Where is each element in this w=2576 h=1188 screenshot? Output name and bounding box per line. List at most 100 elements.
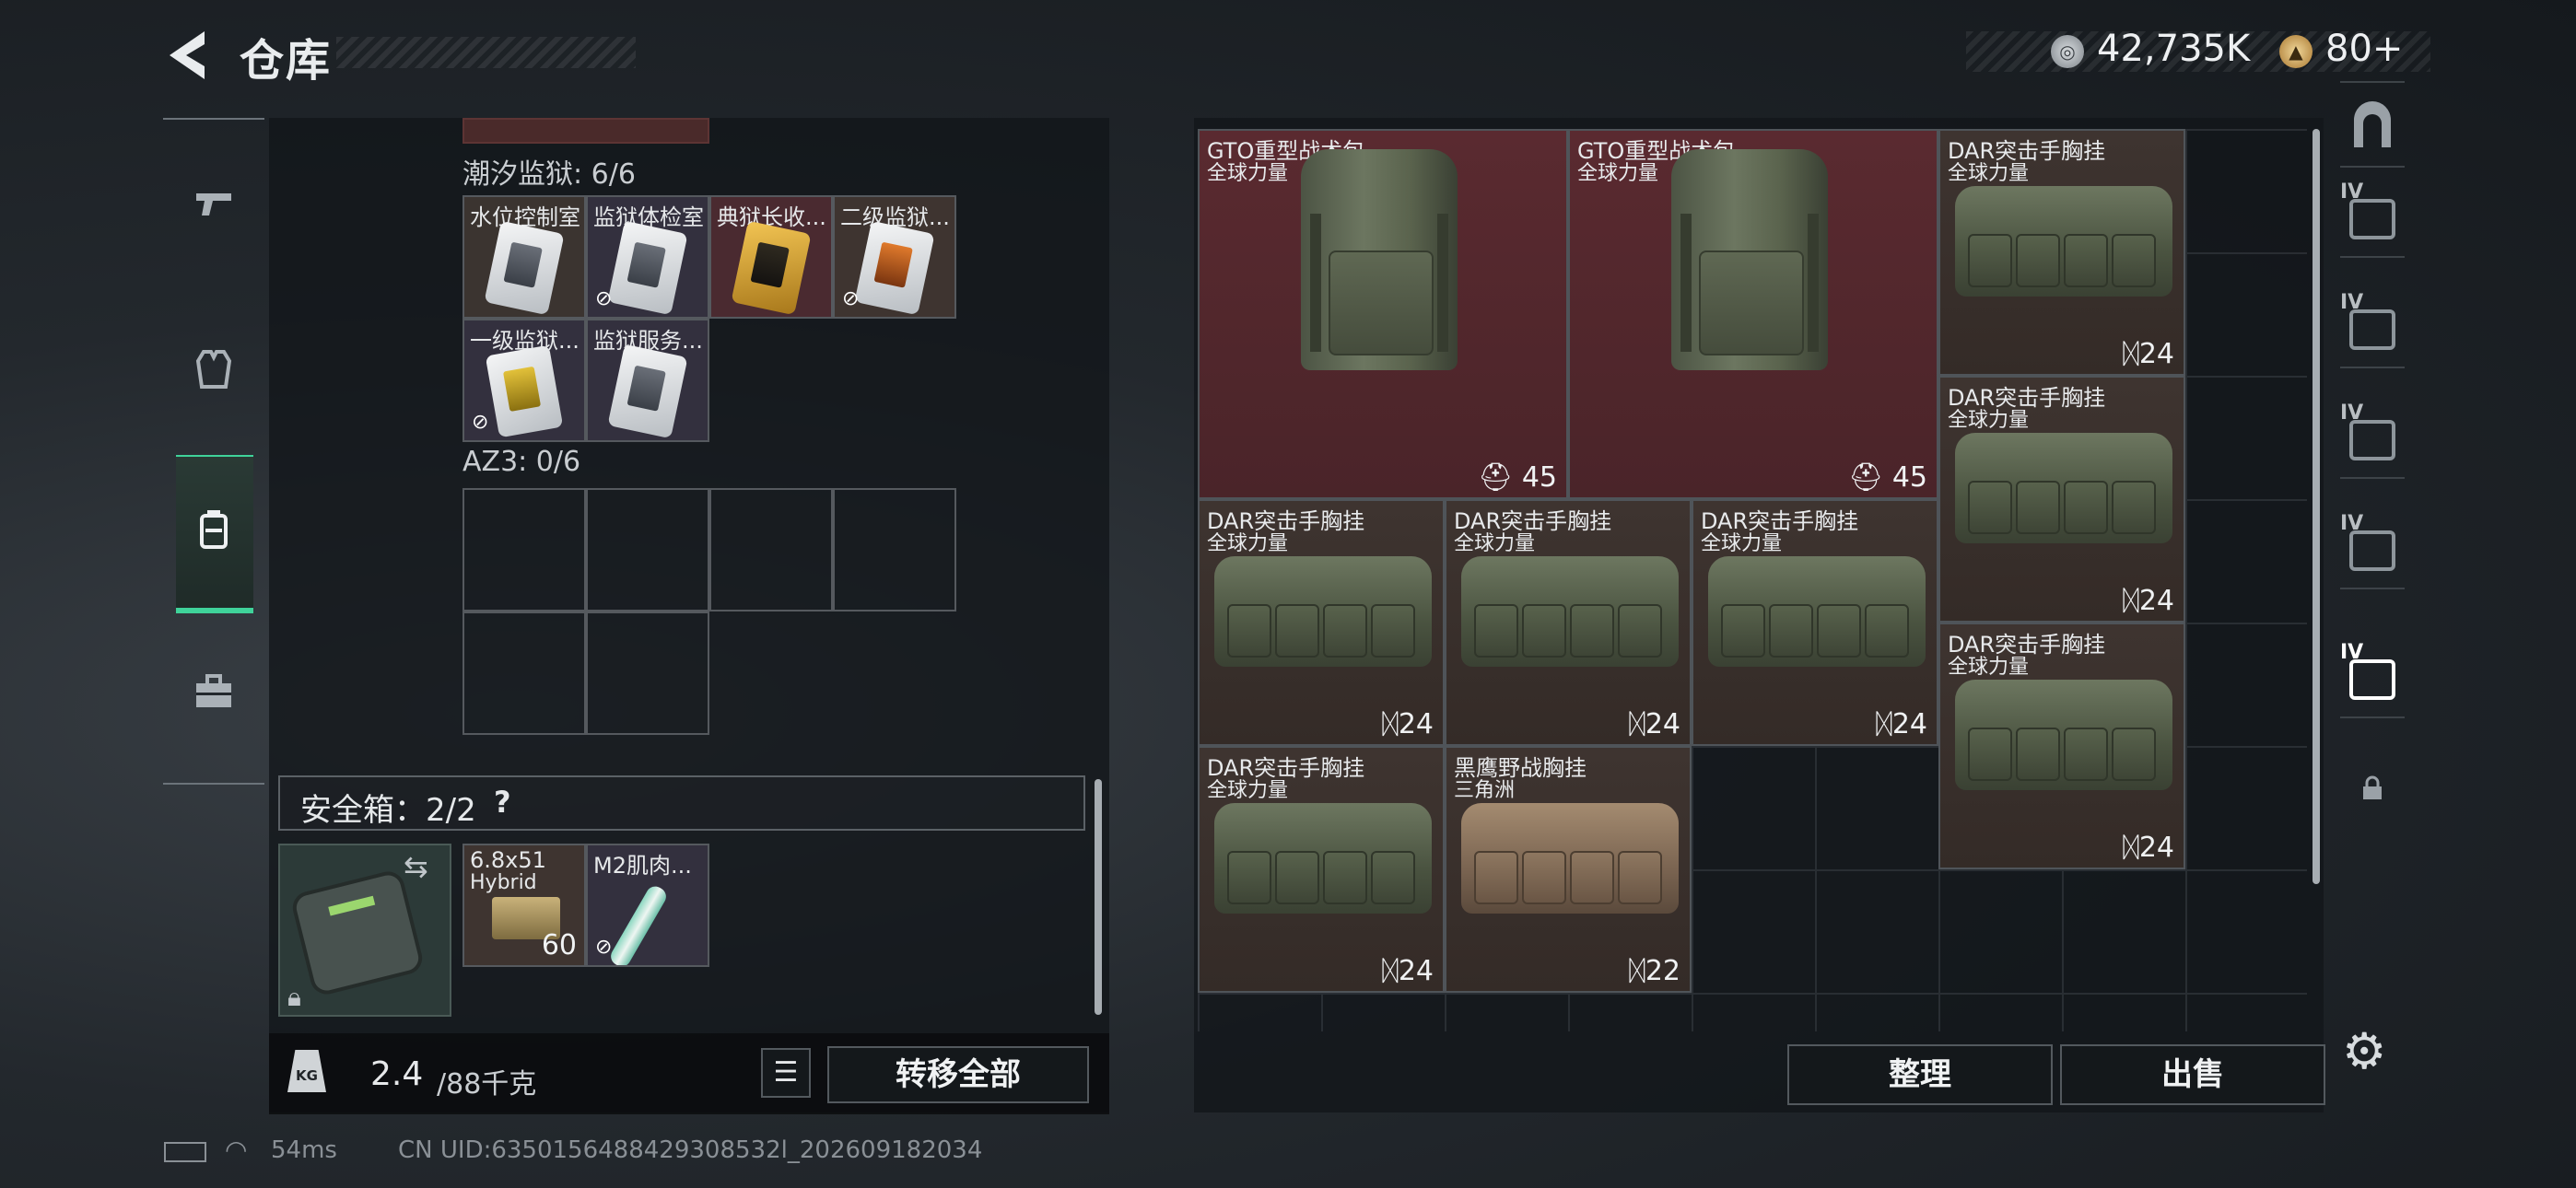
item-slot[interactable]: 水位控制室: [463, 195, 586, 319]
capacity-icon: ⛑︎: [1848, 461, 1884, 494]
ping-value: 54ms: [271, 1136, 337, 1164]
stash-add-icon[interactable]: IV: [2340, 173, 2405, 258]
key-card-icon: [607, 344, 688, 439]
safebox-case[interactable]: ⇆ 🔒︎: [278, 844, 451, 1017]
list-view-button[interactable]: ☰: [761, 1048, 811, 1098]
item-slot[interactable]: 监狱体检室 ⊘: [586, 195, 709, 319]
page-title: 仓库: [240, 35, 333, 87]
no-transfer-icon: ⊘: [472, 411, 489, 434]
safebox-label: 安全箱：2/2: [300, 792, 476, 829]
stash-item[interactable]: DAR突击手胸挂 全球力量 ᛞ24: [1938, 376, 2185, 623]
item-slot[interactable]: 监狱服务...: [586, 319, 709, 442]
item-capacity: ᛞ24: [1381, 708, 1434, 740]
capacity-icon: ᛞ: [1381, 708, 1399, 740]
empty-slot[interactable]: [463, 611, 586, 735]
item-faction: 全球力量: [1948, 656, 2030, 679]
item-name: 6.8x51: [470, 847, 546, 873]
capacity-icon: ᛞ: [2122, 338, 2139, 370]
lock-icon: [2340, 744, 2405, 827]
no-transfer-icon: ⊘: [842, 287, 860, 310]
item-faction: 全球力量: [1577, 162, 1659, 185]
settings-gear-icon[interactable]: ⚙: [2342, 1022, 2386, 1080]
item-slot[interactable]: 一级监狱... ⊘: [463, 319, 586, 442]
capacity-icon: ᛞ: [1628, 708, 1645, 740]
transfer-all-button[interactable]: 转移全部: [827, 1046, 1089, 1103]
lock-icon: 🔒︎: [287, 982, 301, 1012]
weight-max: /88千克: [437, 1068, 537, 1101]
item-capacity: ᛞ24: [1381, 955, 1434, 987]
stash-item[interactable]: DAR突击手胸挂 全球力量 ᛞ24: [1198, 499, 1445, 746]
stash-item[interactable]: GTO重型战术包 全球力量 ⛑︎ 45: [1568, 129, 1938, 499]
empty-slot[interactable]: [709, 488, 833, 611]
stash-selected-icon[interactable]: IV: [2340, 634, 2405, 718]
item-capacity: ᛞ22: [1628, 955, 1680, 987]
back-arrow-icon[interactable]: [164, 28, 210, 83]
arch-icon[interactable]: [2340, 81, 2405, 168]
item-capacity: ᛞ24: [1875, 708, 1927, 740]
capacity-icon: ᛞ: [2122, 585, 2139, 617]
item-slot[interactable]: 典狱长收...: [709, 195, 833, 319]
key-card-icon: [731, 220, 812, 316]
item-faction: 全球力量: [1948, 162, 2030, 185]
toolbox-icon[interactable]: [191, 669, 237, 715]
empty-slot[interactable]: [586, 488, 709, 611]
chest-rig-image: [1461, 803, 1679, 914]
stash-item[interactable]: 黑鹰野战胸挂 三角洲 ᛞ22: [1445, 746, 1692, 993]
empty-slot[interactable]: [833, 488, 956, 611]
item-faction: 全球力量: [1701, 532, 1783, 555]
item-faction: 全球力量: [1207, 162, 1289, 185]
key-card-icon: [607, 220, 688, 316]
gold-currency-value[interactable]: 80+: [2325, 28, 2403, 70]
item-slot[interactable]: 6.8x51 Hybrid 60: [463, 844, 586, 967]
left-scrollbar[interactable]: [1095, 779, 1102, 1015]
item-faction: 全球力量: [1207, 532, 1289, 555]
swap-icon[interactable]: ⇆: [404, 849, 428, 884]
gold-coin-icon: ▲: [2279, 35, 2313, 68]
backpack-icon[interactable]: [191, 507, 237, 553]
capacity-icon: ⛑︎: [1478, 461, 1514, 494]
item-slot[interactable]: 二级监狱... ⊘: [833, 195, 956, 319]
capacity-icon: ᛞ: [1628, 955, 1645, 987]
sell-button[interactable]: 出售: [2060, 1044, 2325, 1105]
key-card-icon: [854, 220, 935, 316]
stash-item[interactable]: DAR突击手胸挂 全球力量 ᛞ24: [1445, 499, 1692, 746]
stash-box-icon[interactable]: IV: [2340, 284, 2405, 368]
pistol-icon[interactable]: [191, 181, 237, 227]
silver-currency-value: 42,735K: [2097, 28, 2251, 70]
item-faction: 三角洲: [1454, 779, 1516, 802]
capacity-icon: ᛞ: [1381, 955, 1399, 987]
stash-item[interactable]: DAR突击手胸挂 全球力量 ᛞ24: [1938, 623, 2185, 869]
stash-scrollbar[interactable]: [2313, 129, 2320, 884]
chest-rig-image: [1214, 803, 1432, 914]
stash-item[interactable]: DAR突击手胸挂 全球力量 ᛞ24: [1198, 746, 1445, 993]
item-faction: 全球力量: [1454, 532, 1536, 555]
item-capacity: ᛞ24: [2122, 338, 2174, 370]
sort-button[interactable]: 整理: [1787, 1044, 2053, 1105]
empty-slot[interactable]: [463, 488, 586, 611]
item-slot[interactable]: M2肌肉... ⊘: [586, 844, 709, 967]
silver-coin-icon: ◎: [2051, 35, 2084, 68]
item-faction: 全球力量: [1948, 409, 2030, 432]
title-decoration: [336, 37, 636, 68]
stash-item[interactable]: GTO重型战术包 全球力量 ⛑︎ 45: [1198, 129, 1568, 499]
container-label: AZ3: 0/6: [463, 446, 581, 478]
empty-slot[interactable]: [586, 611, 709, 735]
stash-tabs: IV IV IV IV IV: [2340, 81, 2405, 882]
chest-rig-image: [1461, 556, 1679, 667]
help-icon[interactable]: ?: [494, 785, 511, 820]
stash-item[interactable]: DAR突击手胸挂 全球力量 ᛞ24: [1938, 129, 2185, 376]
item-capacity: ⛑︎ 45: [1478, 461, 1557, 494]
item-slot-partial[interactable]: [463, 118, 709, 144]
container-label: 潮汐监狱: 6/6: [463, 158, 636, 191]
stash-item[interactable]: DAR突击手胸挂 全球力量 ᛞ24: [1692, 499, 1938, 746]
stash-folder-icon[interactable]: IV: [2340, 505, 2405, 589]
stash-weapon-icon[interactable]: IV: [2340, 394, 2405, 479]
item-faction: 全球力量: [1207, 779, 1289, 802]
wifi-icon: ◠: [225, 1135, 248, 1165]
chest-rig-image: [1955, 186, 2172, 297]
capacity-icon: ᛞ: [2122, 832, 2139, 864]
no-transfer-icon: ⊘: [595, 287, 613, 310]
weight-current: 2.4: [370, 1055, 424, 1093]
armor-vest-icon[interactable]: [191, 346, 237, 392]
item-capacity: ᛞ24: [2122, 585, 2174, 617]
